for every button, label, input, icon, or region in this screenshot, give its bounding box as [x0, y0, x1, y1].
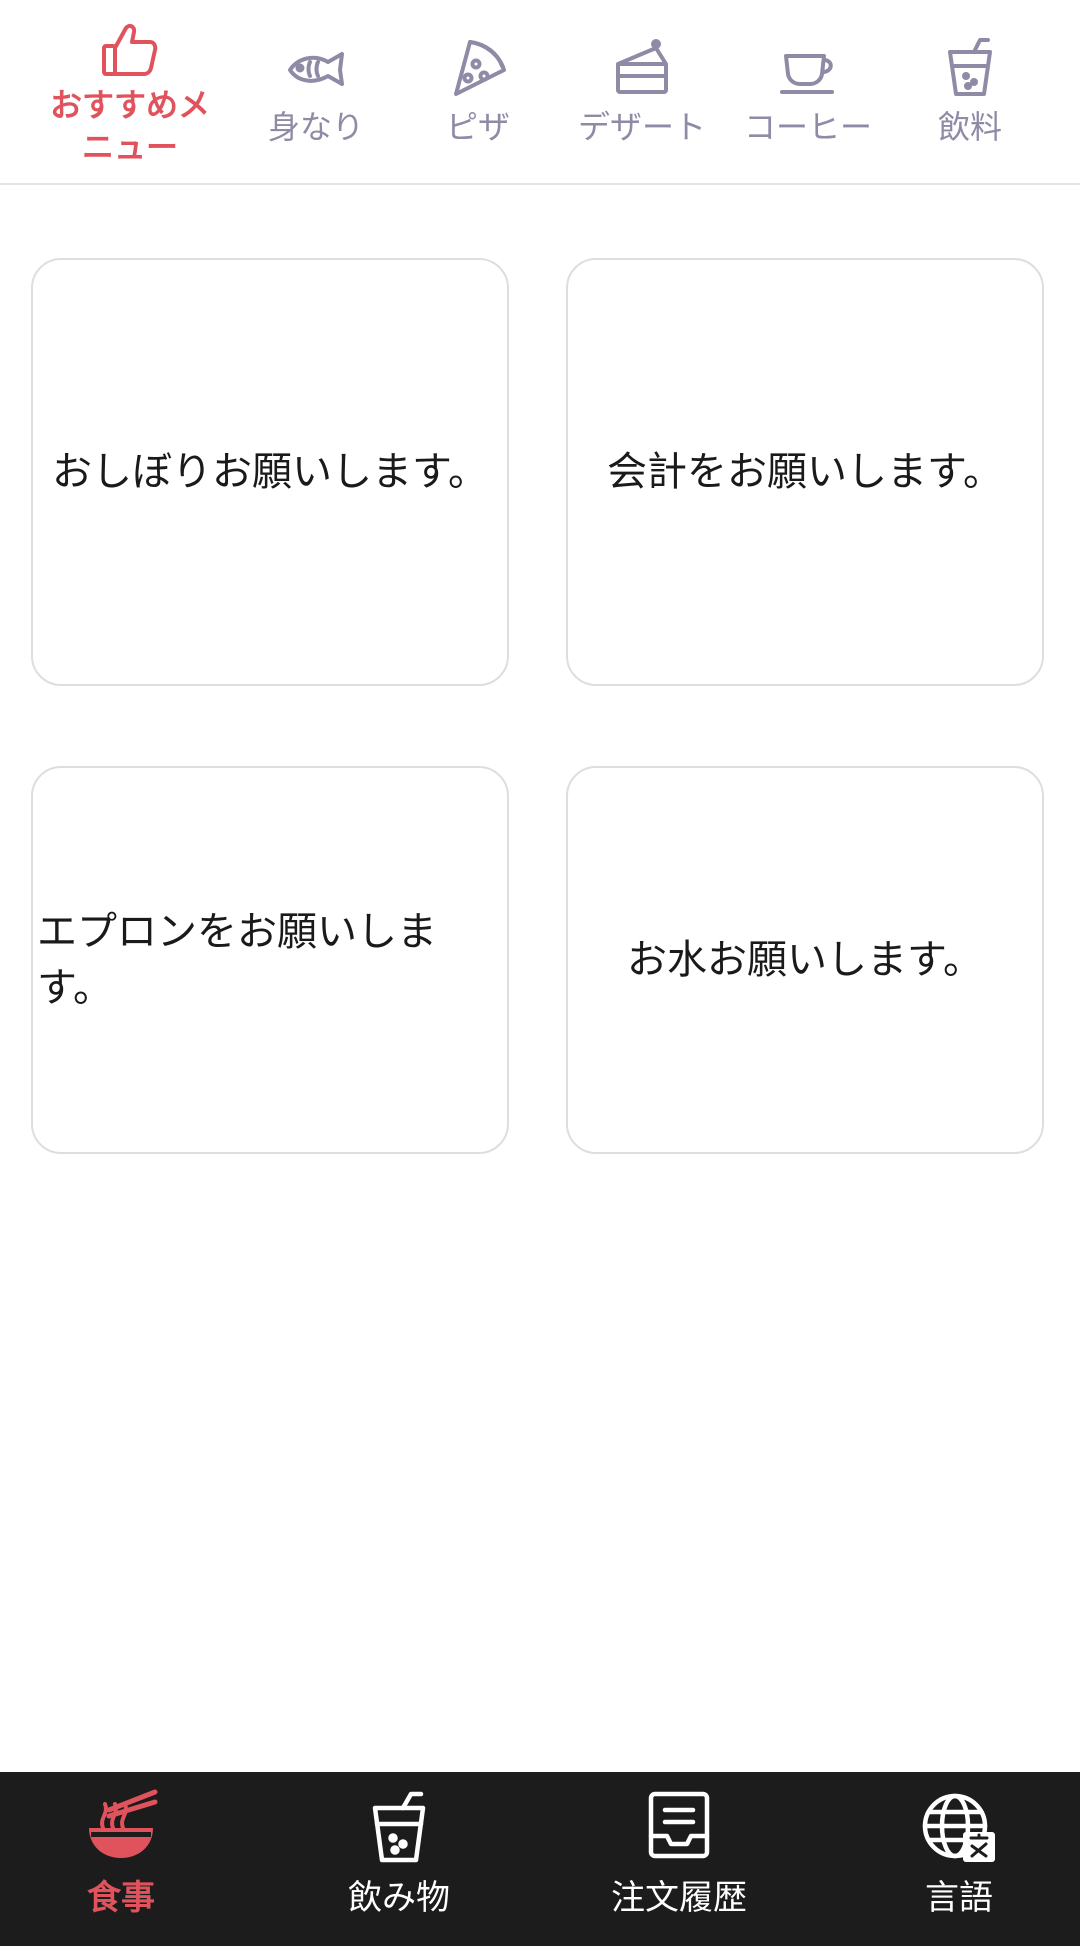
category-tab-fish[interactable]: 身なり	[256, 0, 376, 185]
nav-item-language[interactable]: 言語	[824, 1772, 1080, 1946]
request-card-text: おしぼりお願いします。	[52, 449, 488, 495]
app-screen: おすすめメニュー 身なり ピザ デザート コーヒー 飲料 おしぼりお願いします。…	[0, 0, 1080, 1946]
request-card-water[interactable]: お水お願いします。	[566, 766, 1044, 1154]
coffee-cup-icon	[776, 36, 840, 100]
language-globe-icon	[919, 1788, 999, 1868]
drink-cup-icon	[938, 36, 1002, 100]
drink-cup-icon	[359, 1788, 439, 1868]
category-bar: おすすめメニュー 身なり ピザ デザート コーヒー 飲料	[0, 0, 1080, 185]
nav-item-drinks[interactable]: 飲み物	[264, 1772, 534, 1946]
bottom-nav: 食事 飲み物 注文履歴 言語	[0, 1772, 1080, 1946]
request-card-text: エプロンをお願いします。	[37, 909, 437, 1011]
thumbs-up-icon	[98, 18, 162, 82]
category-label: コーヒー	[743, 108, 872, 146]
nav-item-food[interactable]: 食事	[0, 1772, 256, 1946]
request-card-oshibori[interactable]: おしぼりお願いします。	[31, 258, 509, 686]
pizza-icon	[446, 36, 510, 100]
category-tab-pizza[interactable]: ピザ	[428, 0, 528, 185]
request-card-apron[interactable]: エプロンをお願いします。	[31, 766, 509, 1154]
order-history-icon	[639, 1788, 719, 1868]
category-tab-coffee[interactable]: コーヒー	[738, 0, 878, 185]
category-tab-drinks[interactable]: 飲料	[920, 0, 1020, 185]
fish-icon	[284, 36, 348, 100]
category-tab-dessert[interactable]: デザート	[572, 0, 712, 185]
nav-item-order-history[interactable]: 注文履歴	[544, 1772, 814, 1946]
category-label: ピザ	[445, 108, 510, 146]
request-card-text: お水お願いします。	[627, 937, 983, 983]
category-label: 身なり	[267, 108, 364, 146]
nav-item-label: 注文履歴	[611, 1878, 747, 1918]
request-card-bill[interactable]: 会計をお願いします。	[566, 258, 1044, 686]
nav-item-label: 飲み物	[348, 1878, 450, 1918]
nav-item-label: 言語	[925, 1878, 993, 1918]
cake-icon	[610, 36, 674, 100]
request-card-text: 会計をお願いします。	[607, 449, 1003, 495]
category-tab-recommended[interactable]: おすすめメニュー	[35, 0, 225, 185]
category-label: おすすめメニュー	[49, 86, 210, 166]
category-label: 飲料	[937, 108, 1002, 146]
category-label: デザート	[577, 108, 706, 146]
nav-item-label: 食事	[87, 1878, 155, 1918]
noodle-bowl-icon	[81, 1788, 161, 1868]
